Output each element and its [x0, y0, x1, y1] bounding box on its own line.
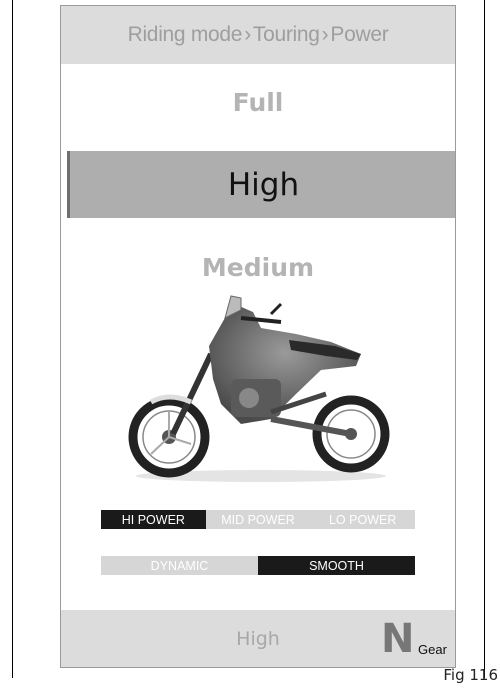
- breadcrumb-riding-mode[interactable]: Riding mode: [128, 23, 243, 47]
- dynamic-segment[interactable]: DYNAMIC: [101, 556, 258, 575]
- gear-indicator: N: [381, 616, 415, 662]
- status-footer: High N Gear: [61, 610, 455, 667]
- power-option-medium[interactable]: Medium: [61, 253, 455, 282]
- breadcrumb-power: Power: [330, 23, 389, 46]
- lo-power-segment[interactable]: LO POWER: [310, 510, 416, 529]
- page-border-right: [484, 0, 485, 678]
- motorcycle-image: [128, 295, 390, 482]
- breadcrumb: Riding mode › Touring › Power: [61, 6, 455, 64]
- gear-label: Gear: [418, 642, 447, 657]
- mid-power-segment[interactable]: MID POWER: [205, 510, 311, 529]
- smooth-segment[interactable]: SMOOTH: [258, 556, 415, 575]
- dashboard-screen: Riding mode › Touring › Power Full High …: [60, 5, 456, 668]
- power-option-selected[interactable]: High: [67, 151, 455, 218]
- hi-power-segment[interactable]: HI POWER: [101, 510, 206, 529]
- selected-power-label: High: [227, 166, 300, 203]
- power-level-selector: HI POWER MID POWER LO POWER: [101, 510, 416, 529]
- breadcrumb-touring[interactable]: Touring: [253, 23, 320, 47]
- response-mode-selector: DYNAMIC SMOOTH: [101, 556, 415, 575]
- breadcrumb-separator: ›: [321, 23, 329, 46]
- page-border-left: [12, 0, 13, 678]
- figure-caption: Fig 116: [443, 666, 498, 684]
- breadcrumb-separator: ›: [244, 23, 251, 46]
- power-option-full[interactable]: Full: [61, 88, 455, 117]
